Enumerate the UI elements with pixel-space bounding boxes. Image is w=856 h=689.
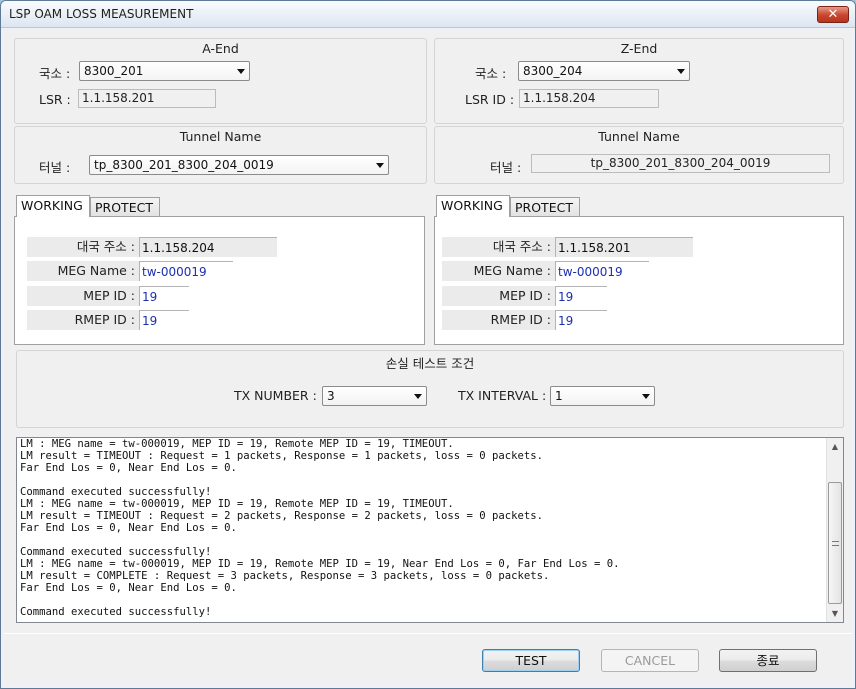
result-log[interactable]: LM : MEG name = tw-000019, MEP ID = 19, …	[16, 437, 844, 623]
right-tab-working[interactable]: WORKING	[436, 195, 510, 217]
right-rmep-id-value[interactable]: 19	[555, 310, 607, 330]
test-button[interactable]: TEST	[482, 649, 580, 672]
footer-divider	[4, 633, 852, 634]
tunnel-z-field: tp_8300_201_8300_204_0019	[531, 154, 830, 173]
scroll-up-icon[interactable]: ▲	[827, 438, 843, 455]
window-title: LSP OAM LOSS MEASUREMENT	[9, 7, 194, 21]
dialog-client-area: A-End 국소 : 8300_201 LSR : 1.1.158.201 Z-…	[4, 29, 852, 686]
a-end-lsr-label: LSR :	[39, 92, 71, 107]
grip-icon	[832, 541, 839, 546]
tx-interval-label: TX INTERVAL :	[458, 388, 547, 403]
a-end-group: A-End 국소 : 8300_201 LSR : 1.1.158.201	[14, 38, 427, 124]
tunnel-z-title: Tunnel Name	[598, 129, 680, 144]
right-tab-protect[interactable]: PROTECT	[510, 197, 580, 217]
cancel-button[interactable]: CANCEL	[601, 649, 699, 672]
chevron-down-icon	[677, 69, 685, 74]
right-mep-id-label: MEP ID :	[442, 286, 555, 306]
right-meg-name-label: MEG Name :	[442, 261, 555, 281]
loss-test-title: 손실 테스트 조건	[385, 356, 475, 371]
tx-number-select[interactable]: 3	[322, 386, 427, 406]
a-end-title: A-End	[202, 41, 239, 56]
chevron-down-icon	[376, 163, 384, 168]
tx-interval-select[interactable]: 1	[550, 386, 655, 406]
right-tabset: WORKING PROTECT 대국 주소 : 1.1.158.201 MEG …	[434, 195, 844, 345]
title-bar[interactable]: LSP OAM LOSS MEASUREMENT ✕	[1, 1, 855, 28]
z-end-lsr-field: 1.1.158.204	[519, 89, 659, 108]
left-mep-id-value[interactable]: 19	[139, 286, 189, 306]
chevron-down-icon	[237, 69, 245, 74]
left-tab-panel: 대국 주소 : 1.1.158.204 MEG Name : tw-000019…	[14, 216, 425, 345]
left-meg-name-label: MEG Name :	[27, 261, 139, 281]
loss-test-group: 손실 테스트 조건 TX NUMBER : 3 TX INTERVAL : 1	[16, 350, 844, 428]
left-tabset: WORKING PROTECT 대국 주소 : 1.1.158.204 MEG …	[14, 195, 425, 345]
chevron-down-icon	[642, 394, 650, 399]
tx-number-value: 3	[327, 389, 335, 403]
a-end-lsr-field: 1.1.158.201	[78, 89, 216, 108]
tunnel-a-label: 터널 :	[39, 160, 71, 175]
right-peer-address-label: 대국 주소 :	[442, 237, 555, 257]
right-tab-panel: 대국 주소 : 1.1.158.201 MEG Name : tw-000019…	[434, 216, 844, 345]
log-scrollbar[interactable]: ▲ ▼	[826, 438, 843, 622]
right-peer-address-value: 1.1.158.201	[555, 237, 693, 257]
tunnel-a-group: Tunnel Name 터널 : tp_8300_201_8300_204_00…	[14, 126, 427, 184]
tunnel-a-select[interactable]: tp_8300_201_8300_204_0019	[89, 155, 389, 175]
left-tab-protect[interactable]: PROTECT	[90, 197, 160, 217]
a-end-station-select[interactable]: 8300_201	[79, 61, 250, 81]
z-end-title: Z-End	[620, 41, 658, 56]
tunnel-z-label: 터널 :	[490, 160, 522, 175]
a-end-station-label: 국소 :	[39, 66, 71, 81]
left-rmep-id-label: RMEP ID :	[27, 310, 139, 330]
a-end-station-value: 8300_201	[84, 64, 144, 78]
right-mep-id-value[interactable]: 19	[555, 286, 607, 306]
scroll-thumb[interactable]	[828, 482, 842, 604]
result-log-text: LM : MEG name = tw-000019, MEP ID = 19, …	[20, 438, 620, 618]
right-rmep-id-label: RMEP ID :	[442, 310, 555, 330]
left-tab-working[interactable]: WORKING	[16, 195, 90, 217]
left-rmep-id-value[interactable]: 19	[139, 310, 189, 330]
tx-number-label: TX NUMBER :	[234, 388, 317, 403]
left-mep-id-label: MEP ID :	[27, 286, 139, 306]
close-icon[interactable]: ✕	[817, 6, 849, 23]
left-peer-address-label: 대국 주소 :	[27, 237, 139, 257]
tunnel-z-group: Tunnel Name 터널 : tp_8300_201_8300_204_00…	[434, 126, 844, 184]
left-meg-name-value[interactable]: tw-000019	[139, 261, 233, 281]
z-end-lsr-label: LSR ID :	[465, 92, 515, 107]
scroll-down-icon[interactable]: ▼	[827, 605, 843, 622]
z-end-group: Z-End 국소 : 8300_204 LSR ID : 1.1.158.204	[434, 38, 844, 124]
close-button[interactable]: 종료	[719, 649, 817, 672]
left-peer-address-value: 1.1.158.204	[139, 237, 277, 257]
chevron-down-icon	[414, 394, 422, 399]
tunnel-a-value: tp_8300_201_8300_204_0019	[94, 158, 274, 172]
dialog-window: LSP OAM LOSS MEASUREMENT ✕ A-End 국소 : 83…	[0, 0, 856, 689]
z-end-station-label: 국소 :	[475, 66, 507, 81]
z-end-station-select[interactable]: 8300_204	[518, 61, 690, 81]
z-end-station-value: 8300_204	[523, 64, 583, 78]
tunnel-a-title: Tunnel Name	[179, 129, 262, 144]
tx-interval-value: 1	[555, 389, 563, 403]
right-meg-name-value[interactable]: tw-000019	[555, 261, 649, 281]
